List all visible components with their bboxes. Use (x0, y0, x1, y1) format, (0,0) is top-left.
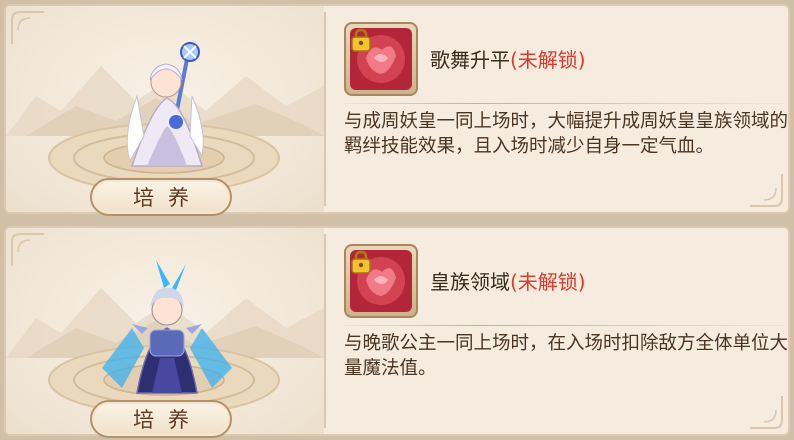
skill-icon[interactable] (344, 22, 418, 96)
skill-title: 皇族领域(未解锁) (430, 266, 586, 295)
skill-icon[interactable] (344, 244, 418, 318)
divider (324, 12, 326, 206)
skill-title: 歌舞升平(未解锁) (430, 44, 586, 73)
corner-ornament-icon (11, 11, 44, 44)
cultivate-button[interactable]: 培养 (90, 400, 232, 438)
skill-name: 歌舞升平 (430, 48, 510, 72)
title-divider (344, 325, 784, 326)
lock-icon (351, 28, 371, 52)
skill-lock-status: (未解锁) (510, 48, 586, 72)
corner-ornament-icon (750, 174, 783, 207)
partner-card: 培养 歌舞升平(未解锁) 与成周妖皇一同上场时，大幅提升成周妖皇皇族领域的羁绊技… (4, 4, 790, 216)
divider (324, 234, 326, 428)
corner-ornament-icon (11, 233, 44, 266)
skill-name: 皇族领域 (430, 270, 510, 294)
partner-card: 培养 皇族领域(未解锁) 与晚歌公主一同上场时，在入场时扣除敌方全体单位大量魔法… (4, 226, 790, 438)
hero-portrait-white-robed-mage[interactable] (92, 36, 242, 186)
skill-lock-status: (未解锁) (510, 270, 586, 294)
title-divider (344, 103, 784, 104)
lock-icon (351, 250, 371, 274)
skill-description: 与成周妖皇一同上场时，大幅提升成周妖皇皇族领域的羁绊技能效果，且入场时减少自身一… (344, 111, 789, 157)
corner-ornament-icon (750, 396, 783, 429)
cultivate-button[interactable]: 培养 (90, 178, 232, 216)
skill-description: 与晚歌公主一同上场时，在入场时扣除敌方全体单位大量魔法值。 (344, 333, 789, 379)
hero-portrait-armored-warrior[interactable] (92, 258, 242, 408)
